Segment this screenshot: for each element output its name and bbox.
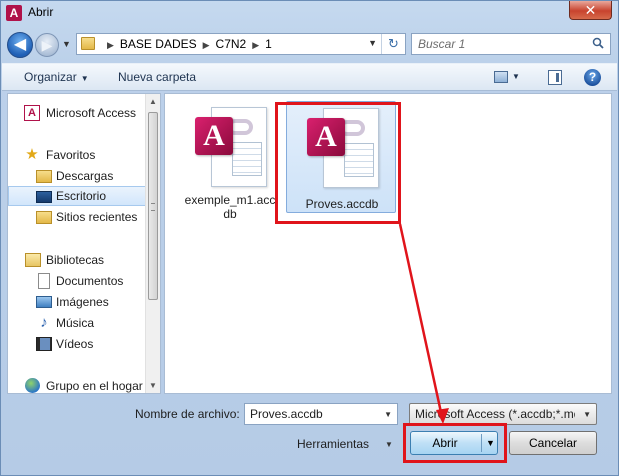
preview-pane-icon[interactable] [548,70,562,85]
sidebar-item-label: Imágenes [56,295,109,309]
breadcrumb-separator[interactable]: ▶ [203,40,210,50]
sidebar-item-label: Sitios recientes [56,210,138,224]
sidebar-item-grupo-en-el-hogar[interactable]: Grupo en el hogar [8,376,146,396]
scroll-down-icon[interactable]: ▼ [149,381,157,390]
tools-menu[interactable]: Herramientas [297,437,369,451]
breadcrumb-separator[interactable]: ▶ [107,40,114,50]
sidebar-item-label: Grupo en el hogar [46,379,143,393]
sidebar-item-label: Música [56,316,95,330]
forward-button[interactable]: ▶ [35,33,59,57]
filename-field[interactable]: Proves.accdb ▼ [244,403,398,425]
view-options-dropdown-icon[interactable]: ▼ [512,72,520,81]
change-view-icon[interactable] [494,71,508,83]
access-database-icon: A [195,107,271,189]
sidebar-scrollbar[interactable]: ▲ ▼ [145,94,160,393]
breadcrumb-item-c7n2[interactable]: C7N2 [216,37,247,51]
help-icon[interactable]: ? [584,69,601,86]
videos-icon [36,337,52,351]
sidebar-item-imagenes[interactable]: Imágenes [8,292,146,312]
navigation-pane: A Microsoft Access ★ Favoritos Descargas… [7,93,161,394]
back-button[interactable]: ◀ [7,32,33,58]
scrollbar-thumb[interactable] [148,112,158,300]
sidebar-item-label: Favoritos [46,148,96,162]
chevron-down-icon[interactable]: ▼ [385,440,393,449]
downloads-folder-icon [36,170,52,183]
sidebar-item-bibliotecas[interactable]: Bibliotecas [8,250,146,270]
close-button[interactable]: ✕ [569,1,612,20]
recent-places-icon [36,211,52,224]
file-type-select[interactable]: Microsoft Access (*.accdb;*.mdb) ▼ [409,403,597,425]
scroll-up-icon[interactable]: ▲ [149,97,157,106]
access-app-icon: A [6,5,22,21]
pictures-icon [36,296,52,308]
star-icon: ★ [25,146,39,163]
sidebar-item-favoritos[interactable]: ★ Favoritos [8,145,146,165]
highlight-box-file [275,102,401,224]
documents-icon [38,273,50,289]
sidebar-item-label: Escritorio [56,189,107,203]
breadcrumb-separator[interactable]: ▶ [252,40,259,50]
filename-value: Proves.accdb [250,407,323,421]
desktop-icon [36,191,52,203]
chevron-down-icon[interactable]: ▼ [583,410,591,419]
sidebar-item-label: Bibliotecas [46,253,105,267]
filename-label: Nombre de archivo: [135,407,240,421]
sidebar-item-documentos[interactable]: Documentos [8,271,146,291]
breadcrumb-item-base-dades[interactable]: BASE DADES [120,37,197,51]
sidebar-item-musica[interactable]: ♪ Música [8,313,146,333]
breadcrumb: ▶ BASE DADES ▶ C7N2 ▶ 1 [101,37,272,51]
sidebar-item-videos[interactable]: Vídeos [8,334,146,354]
breadcrumb-item-1[interactable]: 1 [265,37,272,51]
recent-pages-dropdown-icon[interactable]: ▼ [62,39,71,49]
address-bar[interactable]: ▶ BASE DADES ▶ C7N2 ▶ 1 ▼ ↻ [76,33,406,55]
access-icon: A [24,105,40,121]
open-file-dialog: A Abrir ✕ ◀ ▶ ▼ ▶ BASE DADES ▶ C7N2 ▶ 1 ▼ ↻ O… [0,0,619,476]
new-folder-button[interactable]: Nueva carpeta [118,70,196,84]
file-name: exemple_m1.acc db [184,193,276,221]
sidebar-item-label: Descargas [56,169,114,183]
file-type-value: Microsoft Access (*.accdb;*.mdb) [415,407,575,421]
address-dropdown-icon[interactable]: ▼ [368,38,377,48]
sidebar-item-label: Vídeos [56,337,94,351]
chevron-down-icon[interactable]: ▼ [384,410,392,419]
folder-icon [81,37,95,50]
sidebar-item-label: Documentos [56,274,124,288]
libraries-icon [25,253,41,267]
search-input[interactable] [418,36,578,52]
chevron-down-icon: ▼ [80,74,89,83]
window-title: Abrir [28,5,54,19]
organize-menu[interactable]: Organizar ▼ [24,70,89,84]
sidebar-item-descargas[interactable]: Descargas [8,166,146,186]
highlight-box-open-button [403,423,507,463]
sidebar-item-sitios-recientes[interactable]: Sitios recientes [8,207,146,227]
music-icon: ♪ [40,314,48,331]
sidebar-item-label: Microsoft Access [46,106,137,120]
sidebar-item-escritorio[interactable]: Escritorio [8,186,146,206]
refresh-icon[interactable]: ↻ [381,34,405,54]
file-item-exemple-m1[interactable]: A exemple_m1.acc db [175,101,285,221]
organize-label: Organizar [24,70,77,84]
homegroup-icon [25,378,40,393]
cancel-button[interactable]: Cancelar [509,431,597,455]
search-box[interactable] [411,33,611,55]
sidebar-item-microsoft-access[interactable]: A Microsoft Access [8,103,146,123]
command-bar: Organizar ▼ Nueva carpeta ▼ ? [2,63,617,91]
search-icon[interactable] [592,37,604,49]
title-bar: A Abrir ✕ [1,1,618,27]
